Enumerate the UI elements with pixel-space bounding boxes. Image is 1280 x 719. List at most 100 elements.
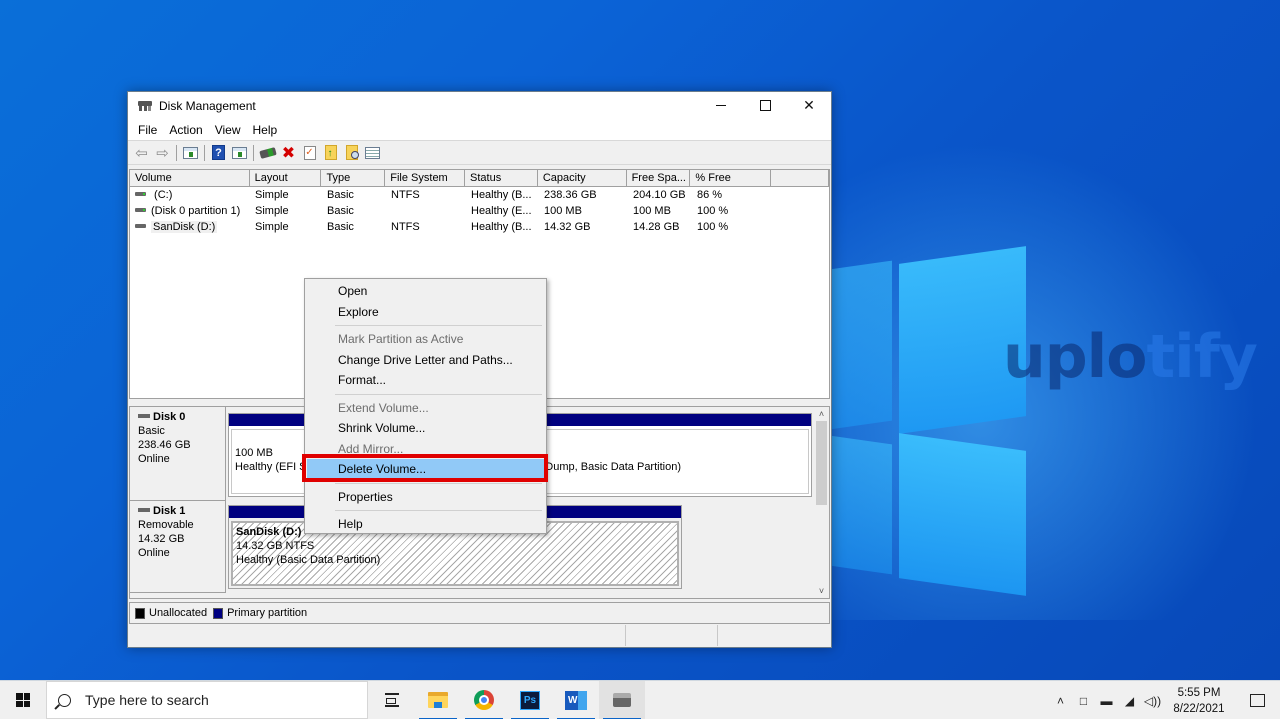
show-hidden-icons-chevron-icon[interactable]: ˄ [1049,694,1072,708]
disk-icon [138,508,150,513]
column-empty[interactable] [771,170,830,186]
menu-item-delete-volume[interactable]: Delete Volume... [307,459,544,480]
volume-icon[interactable]: ◁)) [1141,694,1164,708]
action-center-button[interactable] [1234,681,1280,719]
type-cell: Basic [327,205,354,217]
free-space-cell: 204.10 GB [633,189,686,201]
column-capacity[interactable]: Capacity [538,170,627,186]
show-hide-console-tree-button[interactable] [180,144,201,162]
menu-action[interactable]: Action [163,123,208,137]
delete-button[interactable]: ✖ [278,144,299,162]
wifi-icon[interactable]: ◢ [1118,694,1141,708]
scroll-up-icon[interactable]: ˄ [814,407,829,421]
folder-search-button[interactable] [341,144,362,162]
type-cell: Basic [327,189,354,201]
task-view-icon [385,693,399,707]
forward-button[interactable]: ⇨ [152,144,173,162]
percent-free-cell: 100 % [697,205,729,217]
start-button[interactable] [0,681,46,719]
taskbar-chrome[interactable] [461,681,507,719]
menu-help[interactable]: Help [247,123,284,137]
table-row[interactable]: (Disk 0 partition 1) Simple Basic Health… [130,203,829,219]
battery-icon[interactable]: ▬ [1095,694,1118,708]
toolbar: ⇦ ⇨ ? ✖ ✓ [128,141,831,165]
properties-button[interactable]: ✓ [299,144,320,162]
taskbar-search-box[interactable]: Type here to search [46,681,368,719]
column-status[interactable]: Status [465,170,538,186]
free-space-cell: 100 MB [633,205,671,217]
meet-now-icon[interactable]: □ [1072,694,1095,708]
action-pane-icon [232,146,247,159]
capacity-cell: 238.36 GB [544,189,597,201]
maximize-button[interactable] [743,92,787,119]
clock[interactable]: 5:55 PM 8/22/2021 [1164,685,1234,717]
help-button[interactable]: ? [208,144,229,162]
column-layout[interactable]: Layout [250,170,322,186]
column-free-space[interactable]: Free Spa... [627,170,691,186]
menu-item-mark-active: Mark Partition as Active [338,332,464,346]
list-view-button[interactable] [362,144,383,162]
primary-partition-swatch [213,607,224,619]
back-button[interactable]: ⇦ [131,144,152,162]
vertical-scrollbar[interactable]: ˄ ˅ [814,407,829,598]
table-row[interactable]: SanDisk (D:) Simple Basic NTFS Healthy (… [130,219,829,235]
search-placeholder: Type here to search [85,692,209,708]
minimize-button[interactable] [699,92,743,119]
taskbar-file-explorer[interactable] [415,681,461,719]
menu-view[interactable]: View [209,123,247,137]
folder-search-icon [345,145,359,160]
folder-up-button[interactable] [320,144,341,162]
photoshop-icon: Ps [520,690,540,710]
percent-free-cell: 100 % [697,221,729,233]
task-view-button[interactable] [369,681,415,719]
column-file-system[interactable]: File System [385,170,466,186]
disk-1-label[interactable]: Disk 1 Removable 14.32 GB Online [130,501,226,593]
menu-separator [335,325,542,326]
disk-0-label[interactable]: Disk 0 Basic 238.46 GB Online [130,407,226,501]
windows-logo-pane-4 [899,433,1026,596]
disk-kind: Basic [138,425,165,437]
menu-item-open[interactable]: Open [307,281,544,302]
volume-name: (C:) [151,189,173,201]
type-cell: Basic [327,221,354,233]
volume-name: (Disk 0 partition 1) [151,205,241,217]
column-percent-free[interactable]: % Free [690,170,772,186]
taskbar-word[interactable]: W [553,681,599,719]
column-volume[interactable]: Volume [130,170,250,186]
forward-arrow-icon: ⇨ [156,144,169,162]
taskbar-disk-management[interactable] [599,680,645,719]
scrollbar-thumb[interactable] [816,421,827,505]
title-bar[interactable]: Disk Management ✕ [128,92,831,119]
menu-item-explore[interactable]: Explore [307,302,544,323]
menu-item-properties[interactable]: Properties [307,487,544,508]
delete-icon: ✖ [281,144,296,162]
column-type[interactable]: Type [321,170,386,186]
taskbar-photoshop[interactable]: Ps [507,681,553,719]
menu-separator [335,393,542,395]
show-hide-action-pane-button[interactable] [229,144,250,162]
menu-item-add-mirror: Add Mirror... [338,441,404,456]
connect-disk-button[interactable] [257,144,278,162]
menu-item-help[interactable]: Help [307,514,544,535]
folder-up-icon [324,145,337,160]
window-title: Disk Management [159,98,256,113]
volume-list-header: Volume Layout Type File System Status Ca… [130,170,830,187]
menu-item-change-drive-letter[interactable]: Change Drive Letter and Paths... [307,350,544,371]
disk-size: 14.32 GB [138,533,185,545]
properties-check-icon: ✓ [303,145,316,160]
menu-item-shrink-volume[interactable]: Shrink Volume... [307,418,544,439]
partition-size: 14.32 GB NTFS [236,540,315,552]
table-row[interactable]: (C:) Simple Basic NTFS Healthy (B... 238… [130,187,829,203]
scroll-down-icon[interactable]: ˅ [814,584,829,598]
menu-item-format[interactable]: Format... [307,370,544,391]
layout-cell: Simple [255,205,289,217]
list-view-icon [365,146,380,159]
menu-item-extend-volume: Extend Volume... [338,400,429,415]
windows-logo-pane-1 [830,260,892,430]
layout-cell: Simple [255,189,289,201]
percent-free-cell: 86 % [697,189,723,201]
close-button[interactable]: ✕ [787,92,831,119]
toolbar-separator [204,144,205,161]
file-system-cell [386,203,466,219]
menu-file[interactable]: File [132,123,163,137]
